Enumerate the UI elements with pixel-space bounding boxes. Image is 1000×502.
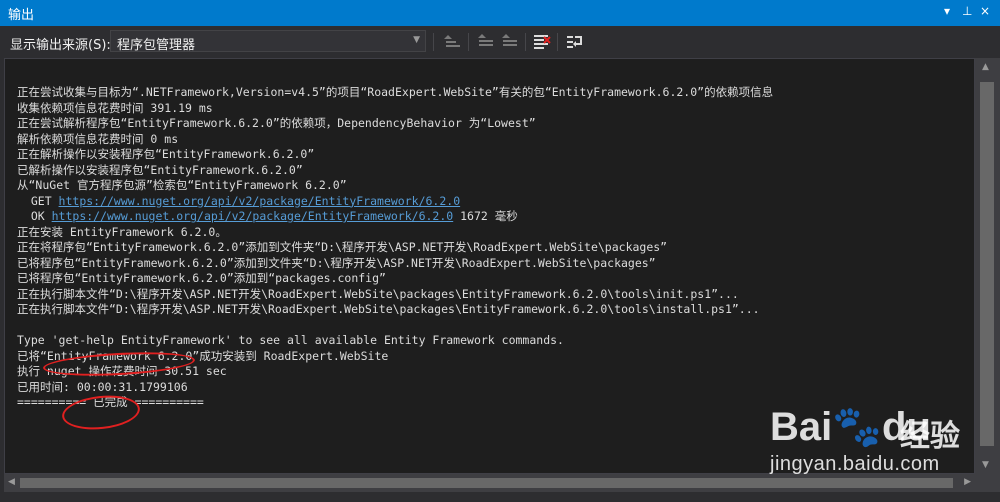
scroll-left-icon[interactable]: ◀: [8, 477, 15, 487]
output-line: 已用时间: 00:00:31.1799106: [17, 379, 188, 394]
source-label: 显示输出来源(S):: [10, 38, 111, 53]
pin-icon[interactable]: ⊥: [962, 4, 972, 18]
dropdown-arrow-icon[interactable]: ▾: [944, 4, 950, 18]
toolbar-separator: [557, 33, 558, 51]
output-line: 正在安装 EntityFramework 6.2.0。: [17, 224, 227, 239]
output-line: 正在尝试收集与目标为“.NETFramework,Version=v4.5”的项…: [17, 85, 774, 99]
output-line: 已将程序包“EntityFramework.6.2.0”添加到文件夹“D:\程序…: [17, 255, 656, 270]
go-to-next-message-icon[interactable]: [476, 32, 496, 52]
window-title: 输出: [8, 8, 35, 23]
toolbar-separator: [433, 33, 434, 51]
output-line: 已解析操作以安装程序包“EntityFramework.6.2.0”: [17, 162, 303, 177]
output-line: 正在尝试解析程序包“EntityFramework.6.2.0”的依赖项，Dep…: [17, 116, 536, 130]
toggle-word-wrap-icon[interactable]: [565, 32, 585, 52]
output-line-ok: OK https://www.nuget.org/api/v2/package/…: [17, 209, 773, 225]
ok-link[interactable]: https://www.nuget.org/api/v2/package/Ent…: [52, 209, 454, 223]
toolbar-separator: [525, 33, 526, 51]
output-line: 已将程序包“EntityFramework.6.2.0”添加到“packages…: [17, 271, 386, 285]
scroll-up-icon[interactable]: ▲: [982, 62, 989, 72]
clear-all-icon[interactable]: [532, 32, 552, 52]
source-select[interactable]: 程序包管理器 ▼: [110, 30, 426, 53]
output-line: 正在解析操作以安装程序包“EntityFramework.6.2.0”: [17, 147, 315, 161]
get-link[interactable]: https://www.nuget.org/api/v2/package/Ent…: [59, 194, 461, 208]
get-prefix: GET: [17, 193, 59, 208]
baidu-watermark: Bai🐾du 经验 jingyan.baidu.com: [750, 395, 990, 495]
close-icon[interactable]: ×: [980, 4, 990, 18]
output-line: 正在执行脚本文件“D:\程序开发\ASP.NET开发\RoadExpert.We…: [17, 302, 760, 316]
find-message-icon[interactable]: [500, 32, 520, 52]
ok-prefix: OK: [17, 209, 52, 223]
ok-suffix: 1672 毫秒: [453, 209, 518, 223]
watermark-url: jingyan.baidu.com: [770, 453, 940, 475]
output-line-get: GET https://www.nuget.org/api/v2/package…: [17, 194, 773, 210]
watermark-cn: 经验: [900, 419, 960, 454]
output-line: 解析依赖项信息花费时间 0 ms: [17, 131, 179, 146]
vertical-scroll-thumb[interactable]: [980, 82, 994, 446]
output-line: 正在将程序包“EntityFramework.6.2.0”添加到文件夹“D:\程…: [17, 240, 668, 254]
output-line: 收集依赖项信息花费时间 391.19 ms: [17, 100, 213, 115]
output-line: 从“NuGet 官方程序包源”检索包“EntityFramework 6.2.0…: [17, 178, 347, 192]
chevron-down-icon: ▼: [413, 35, 420, 45]
output-line: Type 'get-help EntityFramework' to see a…: [17, 333, 564, 347]
output-line: 正在执行脚本文件“D:\程序开发\ASP.NET开发\RoadExpert.We…: [17, 286, 739, 301]
go-to-previous-message-icon[interactable]: [443, 32, 463, 52]
source-select-value: 程序包管理器: [117, 38, 196, 53]
toolbar-separator: [468, 33, 469, 51]
output-window-titlebar: 输出 ▾ ⊥ ×: [0, 0, 1000, 26]
output-toolbar: 显示输出来源(S): 程序包管理器 ▼: [0, 26, 1000, 56]
